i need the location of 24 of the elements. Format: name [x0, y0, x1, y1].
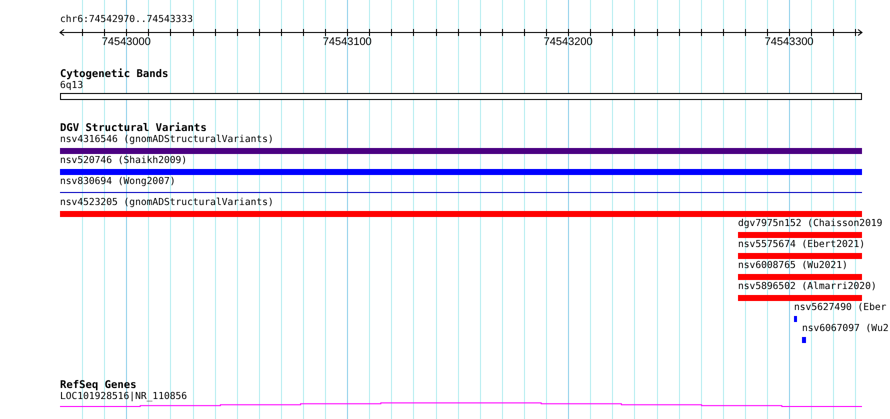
track-title: Cytogenetic Bands — [60, 68, 168, 80]
track-title: DGV Structural Variants — [60, 122, 207, 134]
feature-label: nsv5575674 (Ebert2021) — [738, 239, 866, 251]
tick-label: 74543200 — [544, 36, 593, 48]
tick-label: 74543000 — [102, 36, 151, 48]
feature-label: nsv520746 (Shaikh2009) — [60, 155, 188, 167]
feature-label: nsv4316546 (gnomADStructuralVariants) — [60, 134, 274, 146]
variant-line[interactable] — [60, 192, 862, 193]
cytoband-outline[interactable] — [60, 93, 862, 100]
feature-label: nsv6067097 (Wu2 — [802, 323, 889, 335]
feature-label: nsv5896502 (Almarri2020) — [738, 281, 877, 293]
feature-label: nsv4523205 (gnomADStructuralVariants) — [60, 197, 274, 209]
feature-label: LOC101928516|NR_110856 — [60, 391, 188, 403]
feature-label: dgv7975n152 (Chaisson2019 — [738, 218, 882, 230]
variant-bar[interactable] — [794, 316, 797, 322]
feature-label: nsv5627490 (Eber — [794, 302, 886, 314]
feature-label: nsv830694 (Wong2007) — [60, 176, 176, 188]
feature-label: 6q13 — [60, 80, 84, 92]
region-coordinates: chr6:74542970..74543333 — [60, 14, 193, 26]
track-title: RefSeq Genes — [60, 379, 137, 391]
gene-model-drawing[interactable] — [60, 401, 862, 408]
tick-label: 74543100 — [322, 36, 372, 48]
feature-label: nsv6008765 (Wu2021) — [738, 260, 848, 272]
tick-label: 74543300 — [764, 36, 814, 48]
